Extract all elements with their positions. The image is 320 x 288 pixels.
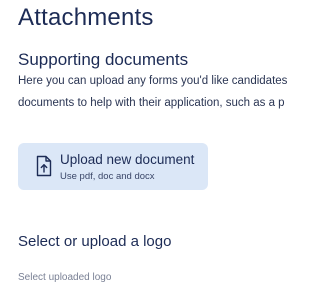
description-line-1: Here you can upload any forms you'd like… <box>18 75 288 87</box>
supporting-documents-description: Here you can upload any forms you'd like… <box>18 70 288 114</box>
upload-new-document-button[interactable]: Upload new document Use pdf, doc and doc… <box>18 143 208 190</box>
select-uploaded-logo-label: Select uploaded logo <box>18 272 112 283</box>
attachments-page: Attachments Supporting documents Here yo… <box>0 0 288 288</box>
upload-new-document-label: Upload new document <box>60 152 195 167</box>
description-line-2: documents to help with their application… <box>18 97 285 109</box>
supporting-documents-heading: Supporting documents <box>18 50 189 69</box>
logo-section-heading: Select or upload a logo <box>18 233 172 250</box>
page-title: Attachments <box>18 4 154 31</box>
file-upload-icon <box>36 155 52 177</box>
upload-file-types-hint: Use pdf, doc and docx <box>60 171 155 182</box>
